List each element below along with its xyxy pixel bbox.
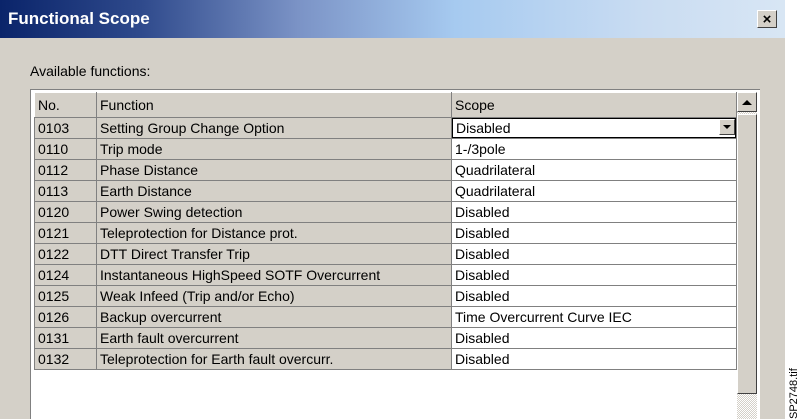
close-button[interactable]: ×	[757, 10, 777, 28]
cell-function: Weak Infeed (Trip and/or Echo)	[96, 285, 452, 307]
cell-function: Earth fault overcurrent	[96, 327, 452, 349]
cell-function: Setting Group Change Option	[96, 117, 452, 139]
scroll-thumb[interactable]	[737, 114, 757, 394]
functions-grid: No. Function Scope 0103 Setting Group Ch…	[30, 89, 760, 419]
close-icon: ×	[762, 10, 772, 28]
cell-number: 0122	[34, 243, 97, 265]
figure-file-label: SP2748.tif	[788, 368, 800, 419]
available-functions-label: Available functions:	[30, 63, 151, 79]
cell-scope[interactable]: Disabled	[451, 264, 737, 286]
cell-function: Trip mode	[96, 138, 452, 160]
scope-dropdown-value: Disabled	[456, 120, 511, 136]
cell-number: 0126	[34, 306, 97, 328]
cell-number: 0112	[34, 159, 97, 181]
vertical-scrollbar[interactable]	[737, 92, 757, 419]
cell-number: 0103	[34, 117, 97, 139]
cell-scope[interactable]: Disabled	[451, 327, 737, 349]
cell-number: 0121	[34, 222, 97, 244]
table-row[interactable]: 0103 Setting Group Change Option Disable…	[34, 117, 737, 139]
column-header-scope[interactable]: Scope	[451, 92, 737, 118]
table-row[interactable]: 0110 Trip mode 1-/3pole	[34, 138, 737, 160]
table-row[interactable]: 0125 Weak Infeed (Trip and/or Echo) Disa…	[34, 285, 737, 307]
scroll-up-button[interactable]	[737, 92, 757, 112]
cell-scope[interactable]: Disabled	[451, 222, 737, 244]
scope-dropdown[interactable]: Disabled	[451, 117, 737, 139]
cell-function: Earth Distance	[96, 180, 452, 202]
column-header-no[interactable]: No.	[34, 92, 97, 118]
cell-number: 0110	[34, 138, 97, 160]
cell-scope[interactable]: Disabled	[451, 285, 737, 307]
table-row[interactable]: 0112 Phase Distance Quadrilateral	[34, 159, 737, 181]
cell-function: Phase Distance	[96, 159, 452, 181]
title-bar[interactable]: Functional Scope ×	[0, 0, 785, 38]
cell-number: 0132	[34, 348, 97, 370]
functions-table: No. Function Scope 0103 Setting Group Ch…	[34, 92, 737, 370]
column-header-function[interactable]: Function	[96, 92, 452, 118]
cell-number: 0124	[34, 264, 97, 286]
scope-dropdown-box[interactable]: Disabled	[452, 118, 736, 138]
cell-scope[interactable]: 1-/3pole	[451, 138, 737, 160]
table-row[interactable]: 0124 Instantaneous HighSpeed SOTF Overcu…	[34, 264, 737, 286]
cell-number: 0113	[34, 180, 97, 202]
table-row[interactable]: 0126 Backup overcurrent Time Overcurrent…	[34, 306, 737, 328]
cell-function: Teleprotection for Distance prot.	[96, 222, 452, 244]
cell-number: 0131	[34, 327, 97, 349]
cell-function: Teleprotection for Earth fault overcurr.	[96, 348, 452, 370]
cell-function: Backup overcurrent	[96, 306, 452, 328]
arrow-up-icon	[742, 99, 752, 105]
table-row[interactable]: 0113 Earth Distance Quadrilateral	[34, 180, 737, 202]
cell-number: 0125	[34, 285, 97, 307]
dropdown-button[interactable]	[719, 119, 735, 135]
table-row[interactable]: 0131 Earth fault overcurrent Disabled	[34, 327, 737, 349]
dialog-title: Functional Scope	[8, 9, 150, 28]
table-header-row: No. Function Scope	[34, 92, 737, 118]
cell-scope[interactable]: Quadrilateral	[451, 159, 737, 181]
cell-function: Power Swing detection	[96, 201, 452, 223]
table-row[interactable]: 0121 Teleprotection for Distance prot. D…	[34, 222, 737, 244]
chevron-down-icon	[723, 125, 731, 129]
cell-number: 0120	[34, 201, 97, 223]
table-row[interactable]: 0120 Power Swing detection Disabled	[34, 201, 737, 223]
functional-scope-dialog: Functional Scope × Available functions: …	[0, 0, 785, 419]
cell-scope[interactable]: Time Overcurrent Curve IEC	[451, 306, 737, 328]
table-row[interactable]: 0132 Teleprotection for Earth fault over…	[34, 348, 737, 370]
cell-scope[interactable]: Quadrilateral	[451, 180, 737, 202]
cell-function: DTT Direct Transfer Trip	[96, 243, 452, 265]
cell-scope[interactable]: Disabled	[451, 201, 737, 223]
cell-scope[interactable]: Disabled	[451, 348, 737, 370]
cell-function: Instantaneous HighSpeed SOTF Overcurrent	[96, 264, 452, 286]
table-row[interactable]: 0122 DTT Direct Transfer Trip Disabled	[34, 243, 737, 265]
cell-scope[interactable]: Disabled	[451, 243, 737, 265]
